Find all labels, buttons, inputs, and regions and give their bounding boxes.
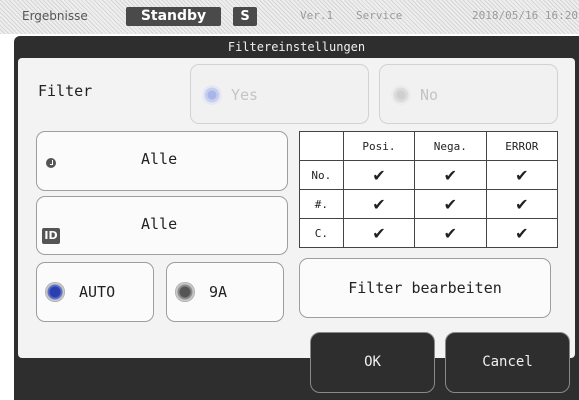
status-bar: Ergebnisse Standby S Ver.1 Service 2018/… — [0, 0, 579, 34]
result-filter-table: Posi. Nega. ERROR No. ✔ ✔ ✔ #. ✔ ✔ ✔ C. … — [299, 131, 559, 248]
status-badge: S — [233, 7, 257, 26]
time-filter-button[interactable]: Alle — [36, 131, 288, 191]
table-header-error: ERROR — [485, 131, 559, 161]
check-icon[interactable]: ✔ — [342, 218, 416, 248]
row-label: No. — [299, 160, 344, 190]
check-icon[interactable]: ✔ — [414, 160, 487, 190]
datetime-text: 2018/05/16 16:20 — [472, 9, 578, 22]
filter-yes-radio[interactable]: Yes — [190, 64, 369, 124]
radio-auto-dot — [45, 282, 65, 302]
filter-label: Filter — [38, 82, 93, 100]
check-icon[interactable]: ✔ — [414, 218, 487, 248]
table-corner-cell — [299, 131, 344, 161]
row-label: C. — [299, 218, 344, 248]
table-row: #. ✔ ✔ ✔ — [299, 189, 559, 219]
filter-no-radio[interactable]: No — [379, 64, 558, 124]
id-filter-value: Alle — [141, 215, 178, 233]
check-icon[interactable]: ✔ — [485, 218, 559, 248]
service-label: Service — [356, 9, 403, 22]
time-filter-value: Alle — [141, 150, 178, 168]
dialog-panel: Filter Yes No Alle ID Alle AUTO 9A Posi.… — [18, 58, 575, 358]
mode-indicator: Standby — [126, 7, 221, 26]
id-filter-button[interactable]: ID Alle — [36, 196, 288, 255]
table-header-posi: Posi. — [342, 131, 416, 161]
check-icon[interactable]: ✔ — [485, 160, 559, 190]
9a-mode-radio[interactable]: 9A — [166, 262, 284, 322]
edit-filter-button[interactable]: Filter bearbeiten — [299, 258, 551, 318]
radio-no-dot — [391, 85, 411, 105]
edit-filter-label: Filter bearbeiten — [348, 279, 502, 297]
filter-no-label: No — [420, 86, 439, 104]
check-icon[interactable]: ✔ — [485, 189, 559, 219]
check-icon[interactable]: ✔ — [342, 160, 416, 190]
filter-settings-dialog: Filtereinstellungen Filter Yes No Alle I… — [14, 36, 579, 400]
row-label: #. — [299, 189, 344, 219]
version-text: Ver.1 — [300, 9, 334, 22]
check-icon[interactable]: ✔ — [414, 189, 487, 219]
9a-mode-label: 9A — [209, 283, 228, 301]
auto-mode-label: AUTO — [79, 283, 116, 301]
table-header-row: Posi. Nega. ERROR — [299, 131, 559, 161]
auto-mode-radio[interactable]: AUTO — [36, 262, 154, 322]
filter-yes-label: Yes — [231, 86, 259, 104]
cancel-button[interactable]: Cancel — [445, 332, 570, 393]
results-tab[interactable]: Ergebnisse — [22, 9, 88, 23]
clock-icon — [46, 158, 56, 168]
radio-yes-dot — [202, 85, 222, 105]
id-icon: ID — [42, 228, 60, 244]
ok-button[interactable]: OK — [310, 332, 435, 393]
dialog-title: Filtereinstellungen — [227, 40, 366, 54]
table-row: No. ✔ ✔ ✔ — [299, 160, 559, 190]
radio-9a-dot — [175, 282, 195, 302]
table-header-nega: Nega. — [414, 131, 487, 161]
table-row: C. ✔ ✔ ✔ — [299, 218, 559, 248]
check-icon[interactable]: ✔ — [342, 189, 416, 219]
